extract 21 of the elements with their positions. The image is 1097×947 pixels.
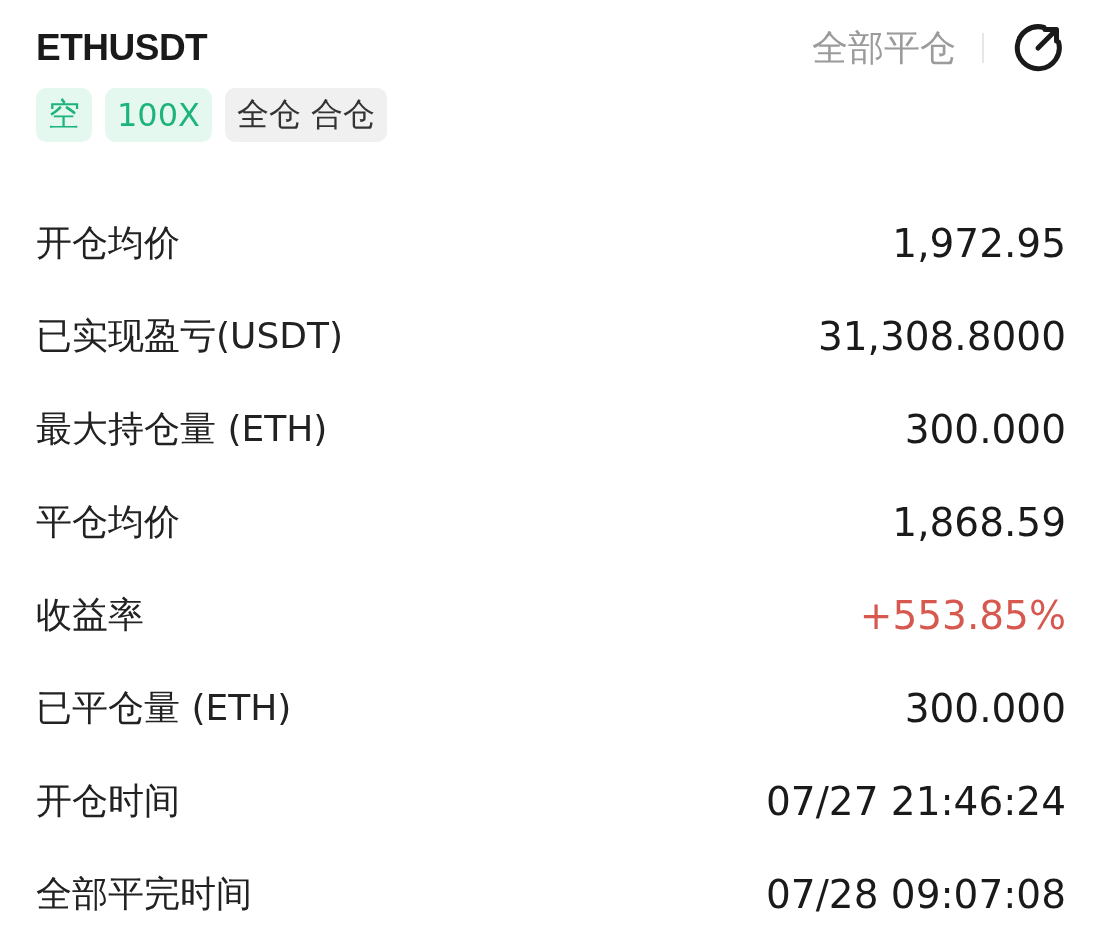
- field-label: 已平仓量 (ETH): [36, 686, 292, 730]
- margin-mode-tag: 全仓 合仓: [225, 88, 388, 142]
- field-label: 已实现盈亏(USDT): [36, 314, 343, 358]
- side-tag: 空: [36, 88, 92, 142]
- close-all-button[interactable]: 全部平仓: [812, 23, 956, 73]
- field-label: 平仓均价: [36, 500, 180, 544]
- field-label: 收益率: [36, 593, 144, 637]
- field-value: +553.85%: [859, 593, 1066, 638]
- field-label: 开仓时间: [36, 779, 180, 823]
- field-label: 开仓均价: [36, 221, 180, 265]
- symbol-title: ETHUSDT: [36, 27, 208, 69]
- field-value: 31,308.8000: [817, 314, 1066, 359]
- leverage-tag: 100X: [105, 88, 212, 142]
- field-value: 1,972.95: [892, 221, 1066, 266]
- field-label: 全部平完时间: [36, 872, 252, 916]
- field-value: 07/27 21:46:24: [766, 779, 1066, 824]
- field-label: 最大持仓量 (ETH): [36, 407, 328, 451]
- field-value: 07/28 09:07:08: [766, 872, 1066, 917]
- field-value: 300.000: [904, 686, 1066, 731]
- field-value: 1,868.59: [892, 500, 1066, 545]
- field-value: 300.000: [904, 407, 1066, 452]
